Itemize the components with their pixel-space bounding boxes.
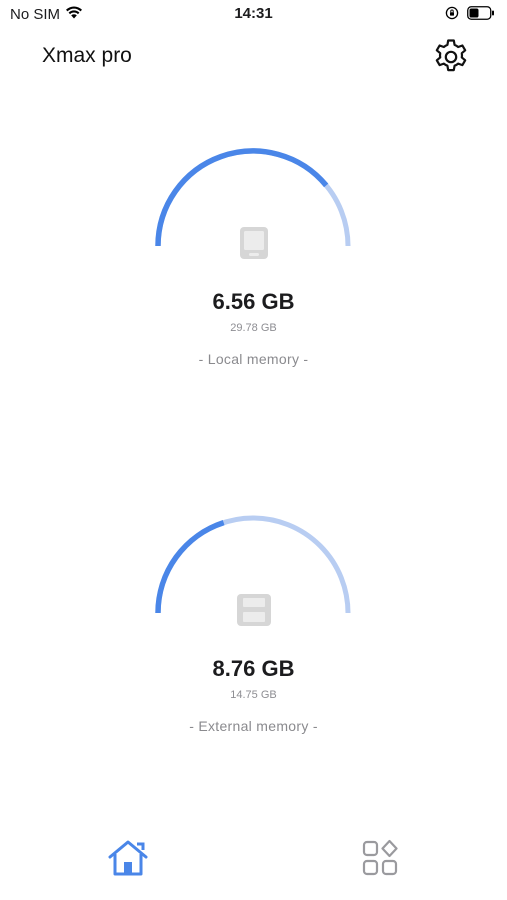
external-memory-label: - External memory -: [189, 718, 318, 734]
local-memory-used: 6.56 GB: [212, 289, 295, 314]
app-title: Xmax pro: [42, 44, 132, 67]
local-memory-card[interactable]: 6.56 GB 29.78 GB - Local memory -: [0, 140, 507, 380]
external-memory-used: 8.76 GB: [212, 656, 295, 681]
home-icon: [107, 838, 149, 883]
status-right: [445, 6, 495, 24]
app-screen: No SIM 14:31 Xmax pro 6.56 GB 29.78 GB -…: [0, 0, 507, 900]
local-memory-total: 29.78 GB: [230, 322, 277, 334]
orientation-lock-icon: [445, 6, 459, 24]
tab-bar: [0, 830, 507, 890]
gauge-progress: [155, 520, 225, 614]
tab-apps[interactable]: [358, 838, 402, 882]
floppy-disk-icon: [236, 593, 272, 632]
tablet-icon: [239, 226, 269, 265]
external-memory-card[interactable]: 8.76 GB 14.75 GB - External memory -: [0, 507, 507, 747]
status-time: 14:31: [234, 5, 273, 22]
battery-icon: [467, 6, 495, 24]
tab-home[interactable]: [106, 838, 150, 882]
status-bar: No SIM 14:31: [0, 0, 507, 30]
settings-button[interactable]: [430, 36, 472, 78]
external-memory-total: 14.75 GB: [230, 689, 277, 701]
header: Xmax pro: [0, 36, 507, 80]
apps-grid-icon: [361, 839, 399, 882]
gear-icon: [430, 39, 472, 82]
local-memory-label: - Local memory -: [198, 351, 309, 367]
